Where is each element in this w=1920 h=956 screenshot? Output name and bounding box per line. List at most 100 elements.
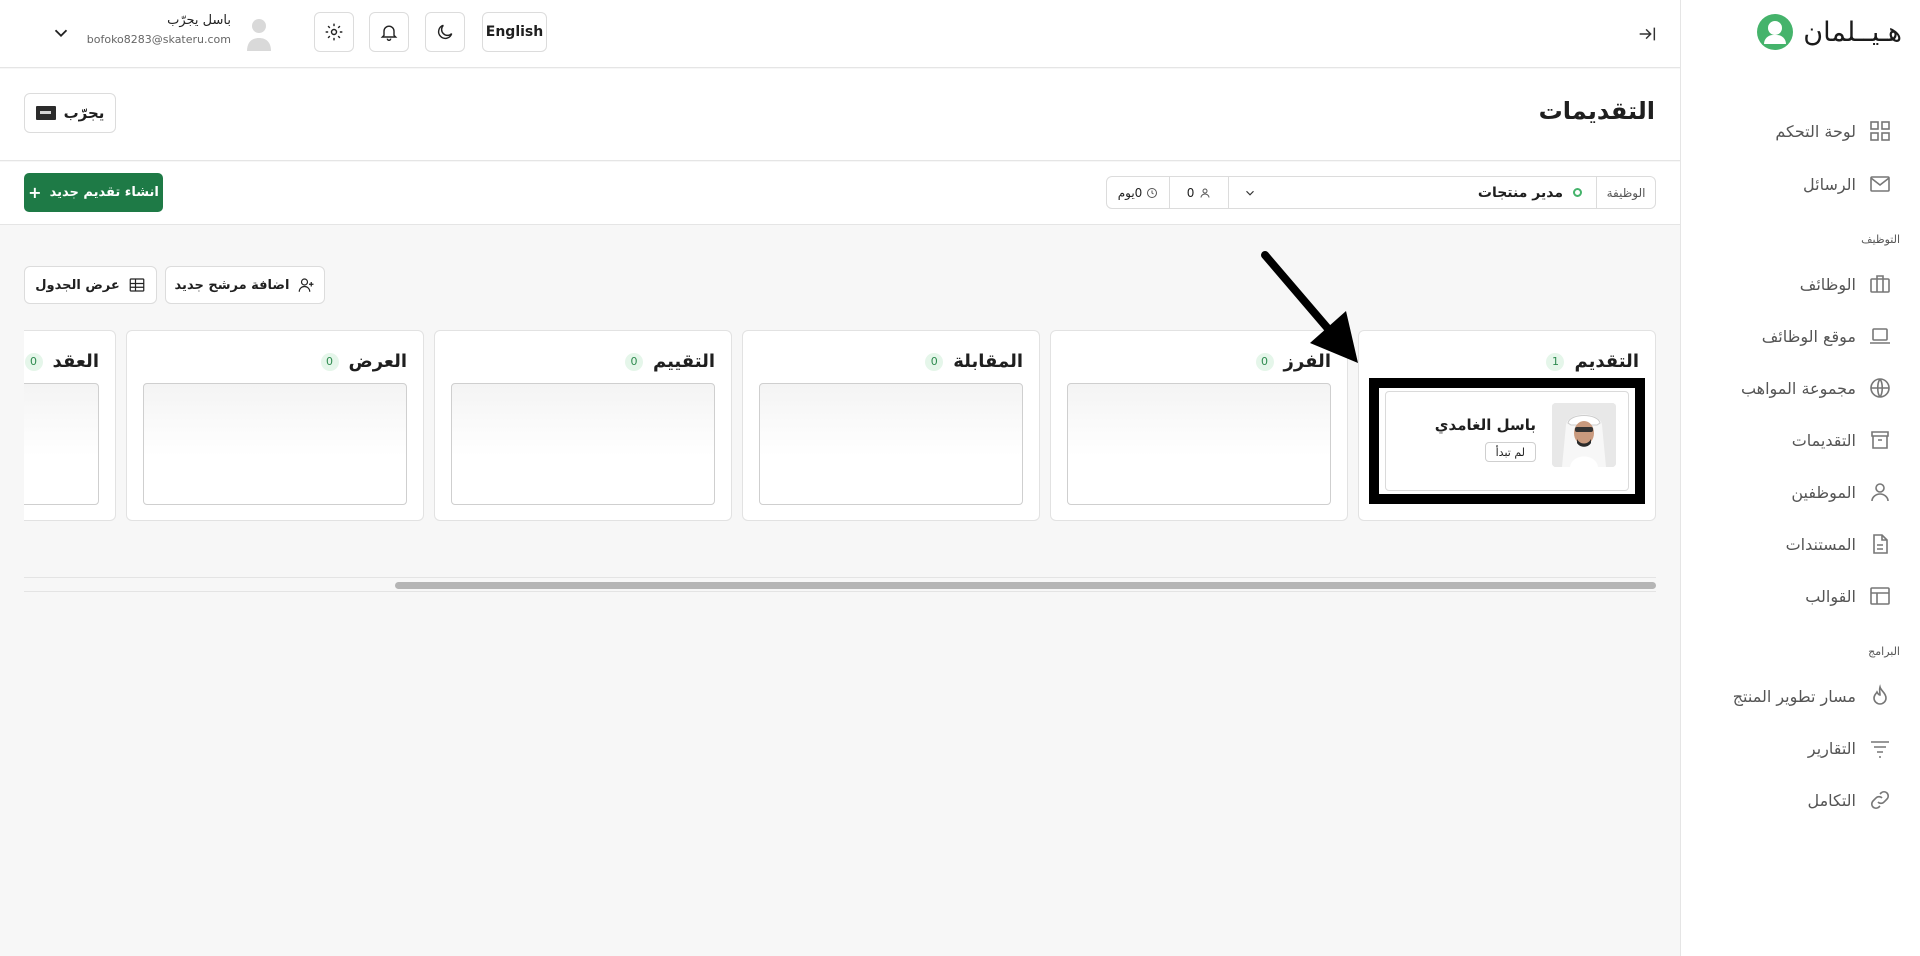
annotation-arrow-icon (1261, 251, 1358, 363)
test-button-label: يجرّب (63, 104, 105, 122)
stage-column-interview: المقابلة 0 (742, 330, 1040, 521)
sidebar-item-label: الوظائف (1799, 274, 1856, 294)
days-open: 0يوم (1107, 177, 1169, 208)
job-filter: الوظيفة مدير منتجات 0 0يوم (1106, 176, 1656, 209)
brand[interactable]: هـيــلمان (1757, 14, 1902, 50)
sidebar-section-programs: البرامج (1868, 645, 1900, 658)
drop-zone[interactable] (759, 383, 1023, 505)
column-header: العقد 0 (24, 351, 99, 372)
sidebar-item-label: التكامل (1807, 790, 1856, 810)
pipeline-board: التقديم 1 باسل الغامدي لم تبدأ الفرز 0 ا… (24, 330, 1656, 522)
column-title: العرض (348, 351, 408, 372)
column-header: المقابلة 0 (925, 351, 1023, 372)
column-count-badge: 0 (24, 352, 43, 371)
dashboard-icon (1870, 121, 1890, 141)
topbar: English باسل يجرّب bofoko8283@skateru.co… (0, 0, 1680, 68)
brand-name: هـيــلمان (1803, 16, 1902, 48)
notifications-button[interactable] (369, 12, 409, 52)
drop-zone[interactable] (451, 383, 715, 505)
sidebar-item-label: التقارير (1807, 738, 1856, 758)
drop-zone[interactable] (143, 383, 407, 505)
sidebar-item-integrations[interactable]: التكامل (1807, 788, 1892, 812)
sidebar-item-careers-site[interactable]: موقع الوظائف (1762, 324, 1892, 348)
candidate-card[interactable]: باسل الغامدي لم تبدأ (1385, 391, 1629, 491)
sidebar-item-jobs[interactable]: الوظائف (1800, 272, 1892, 296)
sidebar-item-templates[interactable]: القوالب (1805, 584, 1892, 608)
table-view-label: عرض الجدول (35, 277, 120, 293)
sidebar-item-reports[interactable]: التقارير (1808, 736, 1892, 760)
language-button[interactable]: English (482, 12, 547, 52)
user-icon (1200, 188, 1210, 198)
chevron-down-icon (1246, 190, 1254, 196)
user-name: باسل يجرّب (167, 13, 231, 28)
column-title: العقد (52, 351, 99, 372)
filter-lines-icon (1871, 741, 1889, 758)
mail-icon (1870, 176, 1890, 192)
sidebar-item-documents[interactable]: المستندات (1786, 532, 1892, 556)
status-dot-icon (1573, 188, 1582, 197)
column-count-badge: 0 (925, 352, 944, 371)
add-candidate-button[interactable]: اضافة مرشح جديد (165, 266, 325, 304)
moon-icon (437, 24, 453, 40)
avatar[interactable] (246, 17, 272, 51)
column-header: التقييم 0 (624, 351, 715, 372)
sidebar-item-label: التقديمات (1791, 430, 1856, 450)
stage-column-evaluation: التقييم 0 (434, 330, 732, 521)
page-title: التقديمات (1538, 97, 1655, 125)
sidebar-item-label: الرسائل (1803, 174, 1856, 194)
job-filter-label: الوظيفة (1596, 177, 1655, 208)
column-count-badge: 0 (320, 352, 339, 371)
create-application-button[interactable]: انشاء تقديم جديد + (24, 173, 163, 212)
job-select[interactable]: مدير منتجات (1228, 177, 1596, 208)
sidebar-item-employees[interactable]: الموظفين (1791, 480, 1892, 504)
applications-icon (1871, 431, 1889, 449)
sidebar-item-label: القوالب (1805, 586, 1856, 606)
chevron-down-icon[interactable] (50, 22, 72, 44)
drop-zone[interactable] (1067, 383, 1331, 505)
create-application-label: انشاء تقديم جديد (49, 185, 159, 200)
sidebar: هـيــلمان لوحة التحكم الرسائل التوظيف ال… (1680, 0, 1920, 956)
table-icon (129, 278, 145, 292)
user-email: bofoko8283@skateru.com (86, 33, 231, 46)
sidebar-item-messages[interactable]: الرسائل (1803, 172, 1892, 196)
sidebar-item-label: لوحة التحكم (1775, 121, 1856, 141)
sidebar-item-applications[interactable]: التقديمات (1792, 428, 1892, 452)
settings-button[interactable] (314, 12, 354, 52)
collapse-sidebar-icon[interactable] (1636, 23, 1658, 45)
column-header: التقديم 1 (1546, 351, 1639, 372)
column-title: التقديم (1574, 351, 1639, 372)
drop-zone[interactable] (24, 383, 99, 505)
column-title: التقييم (652, 351, 715, 372)
table-view-button[interactable]: عرض الجدول (24, 266, 157, 304)
brand-logo-icon (1757, 14, 1794, 50)
clock-icon (1147, 187, 1158, 198)
briefcase-icon (1870, 275, 1890, 293)
laptop-icon (1870, 328, 1890, 344)
sidebar-item-label: موقع الوظائف (1761, 326, 1856, 346)
scrollbar-thumb[interactable] (395, 582, 1656, 589)
column-count-badge: 1 (1546, 352, 1565, 371)
document-icon (1873, 534, 1888, 554)
talent-pool-icon (1870, 378, 1890, 398)
sidebar-item-talent-pool[interactable]: مجموعة المواهب (1741, 376, 1892, 400)
sidebar-section-hiring: التوظيف (1861, 233, 1900, 246)
days-open-value: 0يوم (1117, 185, 1143, 200)
link-icon (1870, 790, 1890, 810)
candidate-photo (1552, 403, 1616, 467)
theme-toggle-button[interactable] (425, 12, 465, 52)
plus-icon: + (28, 182, 42, 202)
add-candidate-label: اضافة مرشح جديد (174, 277, 290, 293)
column-count-badge: 0 (624, 352, 643, 371)
stage-column-offer: العرض 0 (126, 330, 424, 521)
applicant-count-value: 0 (1186, 185, 1195, 200)
sidebar-item-label: المستندات (1785, 534, 1856, 554)
test-button[interactable]: يجرّب (24, 93, 116, 133)
column-title: المقابلة (953, 351, 1023, 372)
user-icon (1871, 483, 1889, 502)
template-icon (1870, 587, 1890, 605)
stage-column-applied: التقديم 1 باسل الغامدي لم تبدأ (1358, 330, 1656, 521)
gear-icon (325, 23, 343, 41)
sidebar-item-dashboard[interactable]: لوحة التحكم (1775, 119, 1892, 143)
sidebar-item-product-roadmap[interactable]: مسار تطوير المنتج (1733, 684, 1892, 708)
page-header: التقديمات يجرّب (0, 69, 1680, 161)
